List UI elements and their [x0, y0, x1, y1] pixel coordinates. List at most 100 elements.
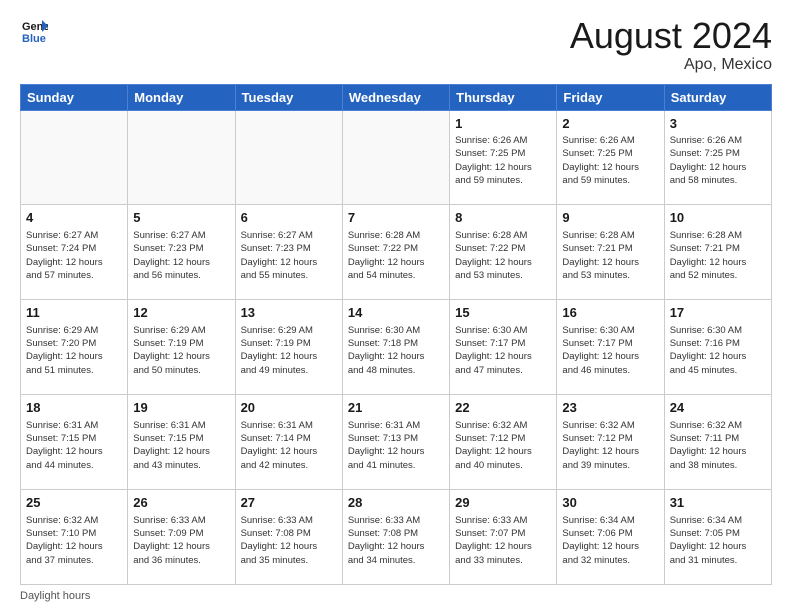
day-info: Sunrise: 6:32 AM Sunset: 7:12 PM Dayligh…: [455, 419, 551, 472]
day-info: Sunrise: 6:28 AM Sunset: 7:21 PM Dayligh…: [562, 229, 658, 282]
table-row: 12 Sunrise: 6:29 AM Sunset: 7:19 PM Dayli…: [128, 300, 235, 395]
calendar-week-row: 1Sunrise: 6:26 AM Sunset: 7:25 PM Daylig…: [21, 110, 772, 205]
day-info: Sunrise: 6:30 AM Sunset: 7:17 PM Dayligh…: [455, 324, 551, 377]
day-number: 28: [348, 494, 444, 512]
table-row: [128, 110, 235, 205]
day-number: 12: [133, 304, 229, 322]
day-number: 18: [26, 399, 122, 417]
day-info: Sunrise: 6:33 AM Sunset: 7:08 PM Dayligh…: [348, 514, 444, 567]
table-row: 28 Sunrise: 6:33 AM Sunset: 7:08 PM Dayli…: [342, 490, 449, 585]
header: General Blue August 2024 Apo, Mexico: [20, 16, 772, 74]
day-info: Sunrise: 6:28 AM Sunset: 7:22 PM Dayligh…: [348, 229, 444, 282]
table-row: 26 Sunrise: 6:33 AM Sunset: 7:09 PM Dayli…: [128, 490, 235, 585]
day-info: Sunrise: 6:32 AM Sunset: 7:11 PM Dayligh…: [670, 419, 766, 472]
day-number: 25: [26, 494, 122, 512]
col-tuesday: Tuesday: [235, 84, 342, 110]
table-row: 14 Sunrise: 6:30 AM Sunset: 7:18 PM Dayli…: [342, 300, 449, 395]
calendar-week-row: 18 Sunrise: 6:31 AM Sunset: 7:15 PM Dayli…: [21, 395, 772, 490]
day-info: Sunrise: 6:27 AM Sunset: 7:24 PM Dayligh…: [26, 229, 122, 282]
daylight-label: Daylight hours: [20, 590, 90, 602]
table-row: 29 Sunrise: 6:33 AM Sunset: 7:07 PM Dayli…: [450, 490, 557, 585]
col-monday: Monday: [128, 84, 235, 110]
day-number: 14: [348, 304, 444, 322]
calendar-week-row: 11 Sunrise: 6:29 AM Sunset: 7:20 PM Dayli…: [21, 300, 772, 395]
table-row: 2Sunrise: 6:26 AM Sunset: 7:25 PM Daylig…: [557, 110, 664, 205]
col-saturday: Saturday: [664, 84, 771, 110]
day-info: Sunrise: 6:32 AM Sunset: 7:10 PM Dayligh…: [26, 514, 122, 567]
calendar-body: 1Sunrise: 6:26 AM Sunset: 7:25 PM Daylig…: [21, 110, 772, 584]
day-info: Sunrise: 6:29 AM Sunset: 7:20 PM Dayligh…: [26, 324, 122, 377]
footer-note: Daylight hours: [20, 590, 772, 602]
day-info: Sunrise: 6:33 AM Sunset: 7:07 PM Dayligh…: [455, 514, 551, 567]
day-info: Sunrise: 6:29 AM Sunset: 7:19 PM Dayligh…: [133, 324, 229, 377]
day-info: Sunrise: 6:26 AM Sunset: 7:25 PM Dayligh…: [455, 134, 551, 187]
logo: General Blue: [20, 16, 48, 44]
table-row: 4 Sunrise: 6:27 AM Sunset: 7:24 PM Daylig…: [21, 205, 128, 300]
table-row: 24Sunrise: 6:32 AM Sunset: 7:11 PM Dayli…: [664, 395, 771, 490]
day-number: 10: [670, 209, 766, 227]
day-number: 7: [348, 209, 444, 227]
table-row: 13Sunrise: 6:29 AM Sunset: 7:19 PM Dayli…: [235, 300, 342, 395]
page: General Blue August 2024 Apo, Mexico Sun…: [0, 0, 792, 612]
day-number: 27: [241, 494, 337, 512]
table-row: 25 Sunrise: 6:32 AM Sunset: 7:10 PM Dayli…: [21, 490, 128, 585]
day-info: Sunrise: 6:28 AM Sunset: 7:22 PM Dayligh…: [455, 229, 551, 282]
day-number: 9: [562, 209, 658, 227]
day-info: Sunrise: 6:31 AM Sunset: 7:15 PM Dayligh…: [133, 419, 229, 472]
calendar-week-row: 4 Sunrise: 6:27 AM Sunset: 7:24 PM Daylig…: [21, 205, 772, 300]
day-info: Sunrise: 6:30 AM Sunset: 7:17 PM Dayligh…: [562, 324, 658, 377]
day-info: Sunrise: 6:34 AM Sunset: 7:05 PM Dayligh…: [670, 514, 766, 567]
table-row: 15 Sunrise: 6:30 AM Sunset: 7:17 PM Dayli…: [450, 300, 557, 395]
calendar-table: Sunday Monday Tuesday Wednesday Thursday…: [20, 84, 772, 585]
day-number: 3: [670, 115, 766, 133]
day-info: Sunrise: 6:31 AM Sunset: 7:13 PM Dayligh…: [348, 419, 444, 472]
day-number: 29: [455, 494, 551, 512]
table-row: 23 Sunrise: 6:32 AM Sunset: 7:12 PM Dayli…: [557, 395, 664, 490]
calendar-header-row: Sunday Monday Tuesday Wednesday Thursday…: [21, 84, 772, 110]
table-row: 31 Sunrise: 6:34 AM Sunset: 7:05 PM Dayli…: [664, 490, 771, 585]
day-number: 6: [241, 209, 337, 227]
day-info: Sunrise: 6:31 AM Sunset: 7:14 PM Dayligh…: [241, 419, 337, 472]
table-row: 10Sunrise: 6:28 AM Sunset: 7:21 PM Dayli…: [664, 205, 771, 300]
day-info: Sunrise: 6:33 AM Sunset: 7:09 PM Dayligh…: [133, 514, 229, 567]
day-number: 17: [670, 304, 766, 322]
day-number: 4: [26, 209, 122, 227]
table-row: 7 Sunrise: 6:28 AM Sunset: 7:22 PM Daylig…: [342, 205, 449, 300]
table-row: 22 Sunrise: 6:32 AM Sunset: 7:12 PM Dayli…: [450, 395, 557, 490]
table-row: 9 Sunrise: 6:28 AM Sunset: 7:21 PM Daylig…: [557, 205, 664, 300]
day-info: Sunrise: 6:32 AM Sunset: 7:12 PM Dayligh…: [562, 419, 658, 472]
table-row: 8Sunrise: 6:28 AM Sunset: 7:22 PM Daylig…: [450, 205, 557, 300]
day-number: 22: [455, 399, 551, 417]
day-number: 1: [455, 115, 551, 133]
table-row: 18 Sunrise: 6:31 AM Sunset: 7:15 PM Dayli…: [21, 395, 128, 490]
day-number: 16: [562, 304, 658, 322]
table-row: 16 Sunrise: 6:30 AM Sunset: 7:17 PM Dayli…: [557, 300, 664, 395]
table-row: 27 Sunrise: 6:33 AM Sunset: 7:08 PM Dayli…: [235, 490, 342, 585]
day-number: 23: [562, 399, 658, 417]
table-row: 5Sunrise: 6:27 AM Sunset: 7:23 PM Daylig…: [128, 205, 235, 300]
day-info: Sunrise: 6:31 AM Sunset: 7:15 PM Dayligh…: [26, 419, 122, 472]
day-info: Sunrise: 6:30 AM Sunset: 7:18 PM Dayligh…: [348, 324, 444, 377]
calendar-week-row: 25 Sunrise: 6:32 AM Sunset: 7:10 PM Dayli…: [21, 490, 772, 585]
table-row: 3Sunrise: 6:26 AM Sunset: 7:25 PM Daylig…: [664, 110, 771, 205]
day-number: 5: [133, 209, 229, 227]
table-row: 21Sunrise: 6:31 AM Sunset: 7:13 PM Dayli…: [342, 395, 449, 490]
col-friday: Friday: [557, 84, 664, 110]
col-thursday: Thursday: [450, 84, 557, 110]
day-number: 11: [26, 304, 122, 322]
day-info: Sunrise: 6:33 AM Sunset: 7:08 PM Dayligh…: [241, 514, 337, 567]
svg-text:Blue: Blue: [22, 33, 46, 44]
day-number: 31: [670, 494, 766, 512]
logo-icon: General Blue: [20, 16, 48, 44]
day-number: 2: [562, 115, 658, 133]
day-info: Sunrise: 6:30 AM Sunset: 7:16 PM Dayligh…: [670, 324, 766, 377]
day-number: 26: [133, 494, 229, 512]
col-sunday: Sunday: [21, 84, 128, 110]
col-wednesday: Wednesday: [342, 84, 449, 110]
table-row: 11 Sunrise: 6:29 AM Sunset: 7:20 PM Dayli…: [21, 300, 128, 395]
day-number: 15: [455, 304, 551, 322]
table-row: 20Sunrise: 6:31 AM Sunset: 7:14 PM Dayli…: [235, 395, 342, 490]
table-row: 30Sunrise: 6:34 AM Sunset: 7:06 PM Dayli…: [557, 490, 664, 585]
table-row: 17 Sunrise: 6:30 AM Sunset: 7:16 PM Dayli…: [664, 300, 771, 395]
day-info: Sunrise: 6:26 AM Sunset: 7:25 PM Dayligh…: [670, 134, 766, 187]
